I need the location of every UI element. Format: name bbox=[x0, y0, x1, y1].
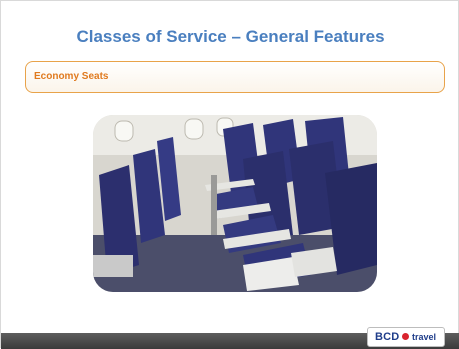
subtitle-text: Economy Seats bbox=[34, 71, 109, 82]
slide: Classes of Service – General Features Ec… bbox=[0, 0, 459, 349]
bcd-travel-logo: BCD travel bbox=[367, 327, 445, 347]
logo-suffix: travel bbox=[412, 332, 437, 342]
logo-dot-icon bbox=[402, 333, 409, 340]
cabin-illustration bbox=[93, 115, 377, 292]
economy-seats-photo bbox=[93, 115, 377, 292]
slide-title: Classes of Service – General Features bbox=[76, 27, 385, 46]
logo-brand: BCD bbox=[375, 331, 400, 343]
subtitle-box: Economy Seats bbox=[25, 61, 445, 93]
